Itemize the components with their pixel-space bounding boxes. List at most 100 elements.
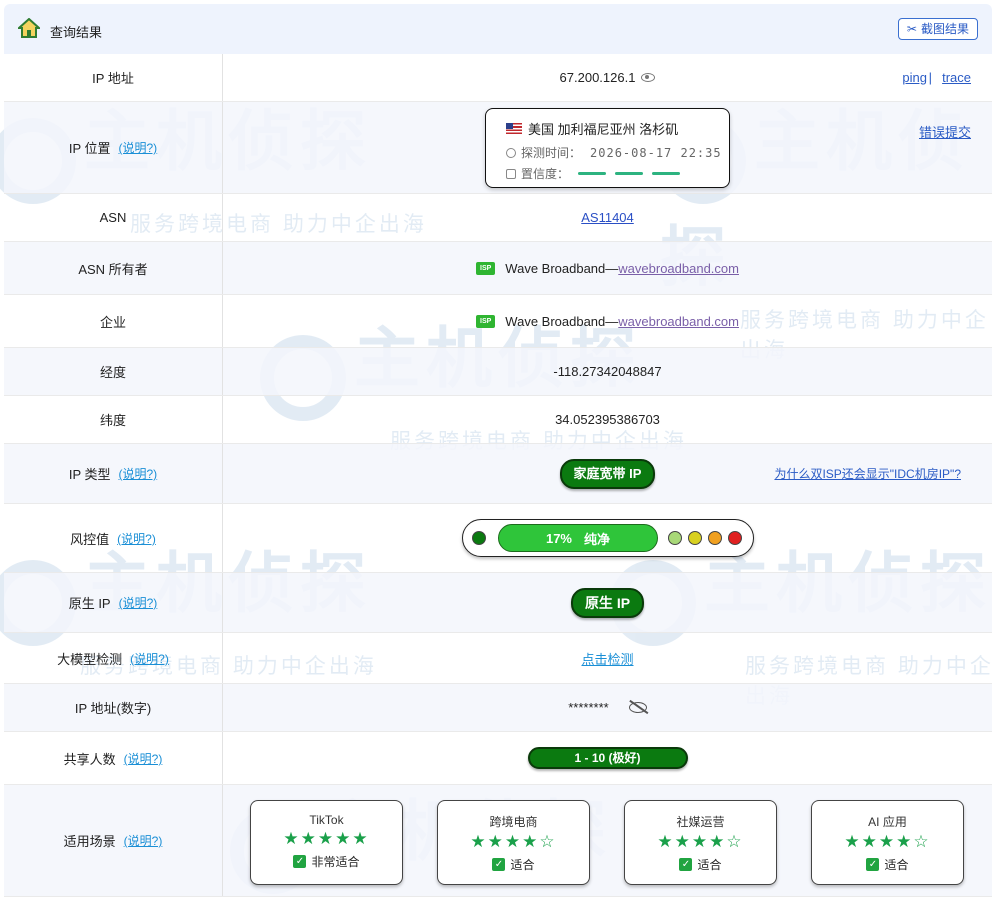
- row-risk-score: 风控值 (说明?) 17% 纯净: [4, 504, 992, 573]
- risk-bar: 17% 纯净: [498, 524, 658, 552]
- confidence-bar-segment: [578, 172, 607, 175]
- risk-percent: 17%: [545, 530, 572, 546]
- shield-icon: [506, 168, 516, 179]
- scenario-name: 跨境电商: [489, 815, 538, 829]
- row-value: 原生 IP: [223, 573, 992, 632]
- risk-dot-green: [472, 531, 486, 545]
- risk-meter: 17% 纯净: [462, 519, 754, 557]
- scenario-card-ecommerce: 跨境电商 ★★★★☆ ✓ 适合: [437, 800, 590, 885]
- ping-link[interactable]: ping: [902, 70, 927, 85]
- label-text: 适用场景: [63, 834, 116, 849]
- trace-link[interactable]: trace: [942, 70, 971, 85]
- ip-type-badge: 家庭宽带 IP: [559, 458, 656, 489]
- click-check-link[interactable]: 点击检测: [581, 649, 633, 668]
- row-ip-numeric: IP 地址(数字) ********: [4, 684, 992, 732]
- risk-dot-light-green: [668, 531, 682, 545]
- row-value: 34.052395386703: [223, 396, 992, 443]
- result-table: IP 地址 67.200.126.1 ping | trace IP 位置 (说…: [4, 54, 992, 897]
- star-rating: ★★★★☆: [657, 832, 744, 851]
- row-company: 企业 ISP Wave Broadband— wavebroadband.com: [4, 295, 992, 348]
- row-llm-check: 大模型检测 (说明?) 点击检测: [4, 633, 992, 684]
- row-label: 共享人数 (说明?): [4, 732, 223, 784]
- confidence-bar-segment: [652, 172, 681, 175]
- check-icon: ✓: [293, 855, 307, 868]
- scissors-icon: ✂: [906, 22, 917, 36]
- isp-badge: ISP: [476, 261, 496, 275]
- row-value: TikTok ★★★★★ ✓ 非常适合 跨境电商 ★★★★☆ ✓ 适合 社媒运营 ★…: [223, 785, 992, 896]
- header-title: 查询结果: [50, 25, 103, 40]
- probe-time-label: 探测时间：: [521, 146, 582, 160]
- watermark-slogan: 服务跨境电商 助力中企出海: [230, 898, 687, 901]
- eye-icon[interactable]: [641, 73, 656, 82]
- star-rating: ★★★★★: [283, 829, 370, 848]
- row-value: -118.27342048847: [223, 348, 992, 395]
- row-shared-users: 共享人数 (说明?) 1 - 10 (极好): [4, 732, 992, 785]
- row-value: 美国 加利福尼亚州 洛杉矶 探测时间： 2026-08-17 22:35 置信度…: [223, 102, 992, 193]
- row-ip-address: IP 地址 67.200.126.1 ping | trace: [4, 54, 992, 102]
- label-text: 风控值: [70, 531, 110, 547]
- asn-owner-domain-link[interactable]: wavebroadband.com: [618, 261, 739, 276]
- error-report-link[interactable]: 错误提交: [919, 122, 971, 141]
- label-text: 经度: [99, 365, 126, 380]
- label-text: 纬度: [99, 413, 126, 428]
- row-label: ASN 所有者: [4, 242, 223, 294]
- row-value: 17% 纯净: [223, 504, 992, 572]
- risk-dot-orange: [708, 531, 722, 545]
- row-longitude: 经度 -118.27342048847: [4, 348, 992, 396]
- check-icon: ✓: [492, 858, 506, 871]
- help-link[interactable]: (说明?): [130, 650, 169, 667]
- row-label: 企业: [4, 295, 223, 347]
- row-label: IP 地址: [4, 54, 223, 101]
- label-text: ASN 所有者: [78, 261, 148, 277]
- row-label: 原生 IP (说明?): [4, 573, 223, 632]
- risk-status: 纯净: [584, 531, 611, 547]
- dual-isp-question-link[interactable]: 为什么双ISP还会显示"IDC机房IP"?: [774, 465, 961, 482]
- label-text: 大模型检测: [57, 651, 123, 667]
- label-text: IP 位置: [68, 141, 111, 156]
- help-link[interactable]: (说明?): [124, 750, 163, 767]
- help-link[interactable]: (说明?): [119, 139, 158, 156]
- isp-badge: ISP: [476, 314, 496, 328]
- row-label: 适用场景 (说明?): [4, 785, 223, 896]
- scenario-fit: 适合: [510, 858, 535, 872]
- help-link[interactable]: (说明?): [119, 465, 158, 482]
- link-separator: |: [928, 70, 932, 85]
- label-text: IP 类型: [68, 467, 111, 482]
- row-asn: ASN AS11404: [4, 194, 992, 242]
- help-link[interactable]: (说明?): [119, 594, 158, 611]
- row-value: 67.200.126.1 ping | trace: [223, 54, 992, 101]
- check-icon: ✓: [866, 858, 880, 871]
- asn-link[interactable]: AS11404: [581, 210, 634, 225]
- eye-off-icon[interactable]: [628, 702, 647, 713]
- asn-owner-name: Wave Broadband—: [505, 260, 619, 276]
- screenshot-button[interactable]: ✂ 截图结果: [897, 18, 978, 40]
- row-value: 家庭宽带 IP 为什么双ISP还会显示"IDC机房IP"?: [223, 444, 992, 503]
- label-text: ASN: [99, 210, 127, 225]
- label-text: IP 地址: [92, 71, 134, 86]
- shared-users-badge: 1 - 10 (极好): [527, 747, 688, 769]
- scenario-fit: 适合: [884, 858, 909, 872]
- help-link[interactable]: (说明?): [124, 832, 163, 849]
- row-value: 点击检测: [223, 633, 992, 683]
- ip-numeric-masked: ********: [568, 700, 609, 715]
- risk-dot-yellow: [688, 531, 702, 545]
- location-place: 美国 加利福尼亚州 洛杉矶: [528, 122, 679, 137]
- row-label: IP 地址(数字): [4, 684, 223, 731]
- home-icon: [18, 18, 40, 38]
- row-asn-owner: ASN 所有者 ISP Wave Broadband— wavebroadban…: [4, 242, 992, 295]
- row-value: AS11404: [223, 194, 992, 241]
- scenario-card-ai: AI 应用 ★★★★☆ ✓ 适合: [811, 800, 964, 885]
- company-domain-link[interactable]: wavebroadband.com: [618, 314, 739, 329]
- native-ip-badge: 原生 IP: [570, 587, 645, 618]
- longitude-value: -118.27342048847: [553, 364, 662, 379]
- row-label: IP 位置 (说明?): [4, 102, 223, 193]
- confidence-label: 置信度：: [521, 167, 570, 181]
- us-flag-icon: [506, 123, 522, 134]
- result-header: 查询结果 ✂ 截图结果: [4, 4, 992, 54]
- check-icon: ✓: [679, 858, 693, 871]
- help-link[interactable]: (说明?): [117, 530, 156, 547]
- location-card: 美国 加利福尼亚州 洛杉矶 探测时间： 2026-08-17 22:35 置信度…: [485, 108, 730, 188]
- row-label: 纬度: [4, 396, 223, 443]
- row-ip-type: IP 类型 (说明?) 家庭宽带 IP 为什么双ISP还会显示"IDC机房IP"…: [4, 444, 992, 504]
- risk-dot-red: [728, 531, 742, 545]
